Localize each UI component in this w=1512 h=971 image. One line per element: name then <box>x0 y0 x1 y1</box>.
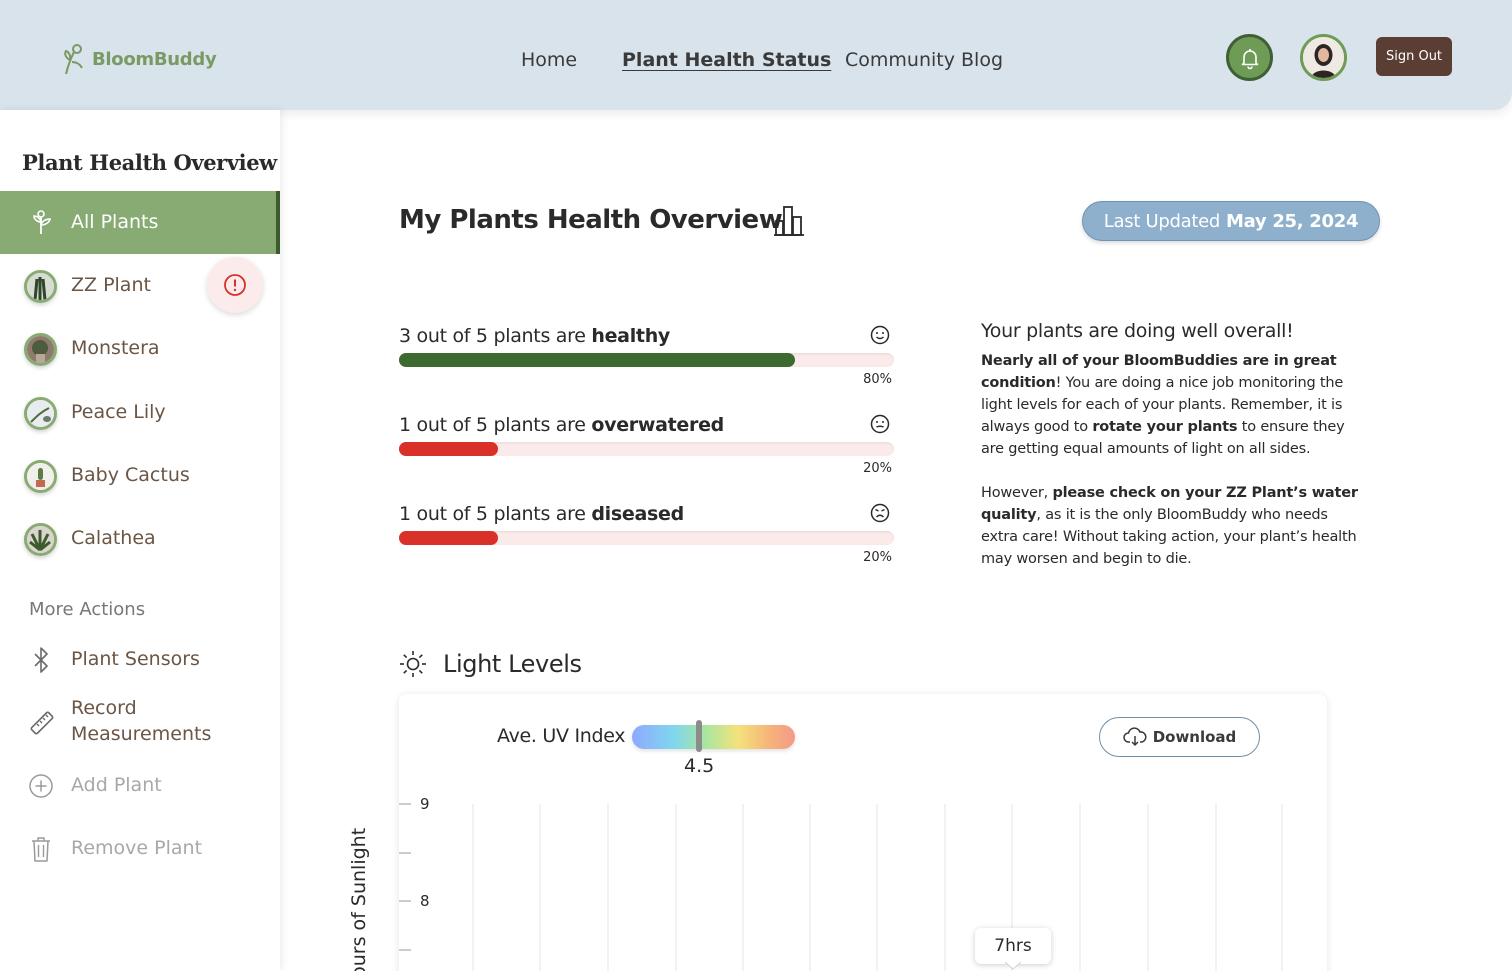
sidebar-item-label: Monstera <box>71 337 160 359</box>
stat-text: 3 out of 5 plants are healthy <box>399 325 671 347</box>
uv-index-gradient <box>632 725 795 749</box>
stat-text: 1 out of 5 plants are overwatered <box>399 414 724 436</box>
download-button[interactable]: Download <box>1099 717 1260 757</box>
summary-paragraph-1: Nearly all of your BloomBuddies are in g… <box>981 353 1345 457</box>
trash-icon <box>32 837 50 862</box>
alert-circle-icon <box>224 274 246 296</box>
top-header: BloomBuddy Home Plant Health Status Comm… <box>0 0 1512 110</box>
last-updated-date: May 25, 2024 <box>1226 210 1359 232</box>
uv-index-value: 4.5 <box>684 755 715 777</box>
uv-index-marker[interactable] <box>696 720 702 752</box>
nav-home[interactable]: Home <box>521 49 577 71</box>
sidebar-item-label: Baby Cactus <box>71 464 190 486</box>
health-stat-diseased: 1 out of 5 plants are diseased 20% <box>399 503 894 573</box>
health-summary: Your plants are doing well overall! Near… <box>981 320 1361 570</box>
notifications-button[interactable] <box>1226 34 1273 81</box>
progress-percent: 20% <box>863 550 892 565</box>
progress-fill <box>399 531 498 545</box>
plant-sprout-icon <box>33 210 52 234</box>
record-measurements-action[interactable]: Record Measurements <box>0 695 240 751</box>
avatar-portrait <box>1303 37 1344 78</box>
progress-fill <box>399 353 795 367</box>
tooltip-pointer <box>1005 962 1021 970</box>
zz-plant-alert-button[interactable] <box>207 257 263 313</box>
last-updated-prefix: Last Updated <box>1103 210 1221 232</box>
bell-icon <box>1241 48 1258 69</box>
summary-heading: Your plants are doing well overall! <box>981 320 1294 342</box>
progress-fill <box>399 442 498 456</box>
tooltip-value: 7hrs <box>994 936 1032 956</box>
nav-plant-health-status[interactable]: Plant Health Status <box>622 49 831 71</box>
baby-cactus-thumbnail <box>24 460 57 493</box>
sidebar-item-calathea[interactable]: Calathea <box>0 514 280 564</box>
download-label: Download <box>1152 728 1237 746</box>
sign-out-button[interactable]: Sign Out <box>1376 37 1452 76</box>
y-axis-label: Hours of Sunlight <box>348 828 370 971</box>
action-label: Add Plant <box>71 774 162 796</box>
stat-text: 1 out of 5 plants are diseased <box>399 503 684 525</box>
progress-track <box>399 442 894 456</box>
action-label: Plant Sensors <box>71 648 200 670</box>
neutral-face-icon <box>870 414 890 434</box>
summary-paragraph-2: However, please check on your ZZ Plant’s… <box>981 485 1358 567</box>
sidebar-item-baby-cactus[interactable]: Baby Cactus <box>0 451 280 501</box>
sidebar-item-label: Calathea <box>71 527 156 549</box>
main-nav: Home Plant Health Status Community Blog <box>0 49 1512 75</box>
health-stat-healthy: 3 out of 5 plants are healthy 80% <box>399 325 894 395</box>
health-stat-overwatered: 1 out of 5 plants are overwatered 20% <box>399 414 894 484</box>
sidebar-title: Plant Health Overview <box>22 150 277 175</box>
add-plant-action[interactable]: Add Plant <box>0 772 280 802</box>
sidebar-item-label: ZZ Plant <box>71 274 151 296</box>
sunlight-chart: 9 8 Hours of Sunlight <box>348 795 1283 971</box>
sidebar-item-peace-lily[interactable]: Peace Lily <box>0 388 280 438</box>
progress-track <box>399 353 894 367</box>
remove-plant-action[interactable]: Remove Plant <box>0 835 280 865</box>
sidebar-item-label: Peace Lily <box>71 401 166 423</box>
y-tick-label: 8 <box>420 892 430 910</box>
nav-community-blog[interactable]: Community Blog <box>845 49 1003 71</box>
sidebar-item-label: All Plants <box>71 211 159 233</box>
uv-index-label: Ave. UV Index <box>497 725 626 747</box>
progress-track <box>399 531 894 545</box>
last-updated-badge: Last Updated May 25, 2024 <box>1082 201 1380 241</box>
user-avatar[interactable] <box>1300 34 1347 81</box>
ruler-icon <box>30 711 54 735</box>
action-label: Remove Plant <box>71 837 203 859</box>
zz-plant-thumbnail <box>24 270 57 303</box>
sad-face-icon <box>870 503 890 523</box>
chart-tooltip: 7hrs <box>975 928 1051 970</box>
plant-sensors-action[interactable]: Plant Sensors <box>0 645 280 675</box>
sidebar-item-monstera[interactable]: Monstera <box>0 324 280 374</box>
peace-lily-thumbnail <box>24 397 57 430</box>
smile-face-icon <box>870 325 890 345</box>
monstera-thumbnail <box>24 333 57 366</box>
sidebar-item-all-plants[interactable]: All Plants <box>0 191 280 254</box>
sun-icon <box>400 651 426 677</box>
y-tick-label: 9 <box>420 795 430 813</box>
progress-percent: 20% <box>863 461 892 476</box>
bluetooth-icon <box>34 647 48 673</box>
calathea-thumbnail <box>24 523 57 556</box>
light-levels-heading: Light Levels <box>443 650 582 678</box>
cloud-download-icon <box>1122 727 1147 747</box>
plus-circle-icon <box>29 774 53 798</box>
bar-chart-icon <box>774 206 804 236</box>
action-label: Record Measurements <box>71 697 212 745</box>
progress-percent: 80% <box>863 372 892 387</box>
sidebar: Plant Health Overview All Plants ZZ Plan… <box>0 110 280 971</box>
more-actions-heading: More Actions <box>29 599 146 620</box>
page-title: My Plants Health Overview <box>399 205 783 235</box>
